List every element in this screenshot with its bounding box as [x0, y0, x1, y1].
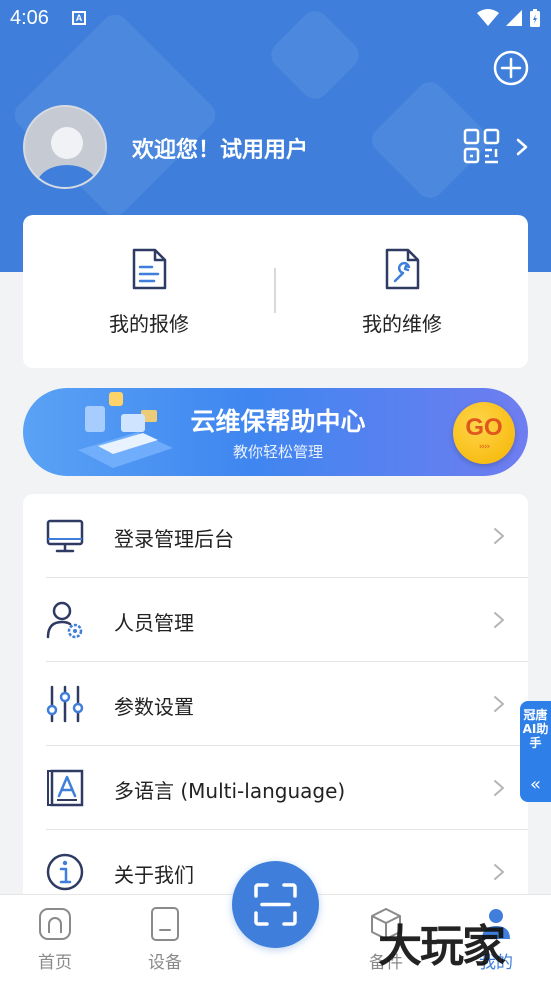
info-icon — [46, 853, 84, 891]
home-icon — [39, 908, 71, 940]
welcome-text: 欢迎您！试用用户 — [132, 138, 309, 163]
avatar-body — [37, 165, 97, 187]
status-time: 4:06 — [10, 7, 49, 29]
menu-item-language[interactable]: 多语言 (Multi-language) — [23, 746, 528, 830]
scan-button[interactable] — [232, 861, 319, 948]
menu-label: 人员管理 — [114, 611, 194, 635]
tab-devices[interactable]: 设备 — [110, 895, 220, 981]
my-repair-requests-label: 我的报修 — [109, 312, 189, 336]
device-icon — [151, 907, 179, 941]
menu-label: 参数设置 — [114, 695, 194, 719]
tab-label: 设备 — [148, 953, 182, 973]
menu-label: 多语言 (Multi-language) — [114, 779, 346, 803]
status-bar: 4:06 A — [0, 0, 551, 38]
qr-code-icon[interactable] — [462, 127, 502, 167]
menu-label: 关于我们 — [114, 863, 194, 887]
scan-icon — [254, 883, 297, 926]
document-icon — [132, 248, 167, 290]
language-book-icon — [47, 769, 84, 807]
battery-icon — [530, 9, 540, 27]
notification-a-icon: A — [72, 11, 86, 25]
go-label: GO — [465, 414, 503, 441]
chevron-right-icon[interactable] — [515, 137, 529, 157]
my-maintenance-button[interactable]: 我的维修 — [276, 215, 528, 368]
avatar[interactable] — [23, 105, 107, 189]
menu-item-staff-management[interactable]: 人员管理 — [23, 578, 528, 662]
chevron-right-icon — [494, 612, 504, 628]
status-icons — [477, 8, 541, 28]
menu-item-parameter-settings[interactable]: 参数设置 — [23, 662, 528, 746]
banner-subtitle: 教你轻松管理 — [232, 443, 323, 461]
chevron-right-icon — [494, 780, 504, 796]
sliders-icon — [46, 685, 84, 723]
tab-label: 首页 — [38, 953, 72, 973]
signal-icon — [506, 10, 522, 26]
quick-actions-card: 我的报修 我的维修 — [23, 215, 528, 368]
tab-home[interactable]: 首页 — [0, 895, 110, 981]
help-center-banner[interactable]: 云维保帮助中心 教你轻松管理 GO ›››› — [23, 388, 528, 476]
settings-menu: 登录管理后台 人员管理 参数设置 多语言 (Multi-language) 关于… — [23, 494, 528, 914]
banner-illustration — [78, 392, 173, 468]
wifi-icon — [477, 9, 499, 26]
ai-assistant-label: 冠唐AI助手 — [522, 708, 549, 750]
ai-assistant-tab[interactable]: 冠唐AI助手 « — [520, 701, 551, 802]
plus-circle-icon[interactable] — [493, 50, 529, 86]
menu-label: 登录管理后台 — [114, 527, 234, 551]
my-maintenance-label: 我的维修 — [362, 312, 442, 336]
banner-title: 云维保帮助中心 — [190, 407, 366, 436]
go-arrows: ›››› — [478, 442, 490, 452]
chevron-right-icon — [494, 864, 504, 880]
chevron-right-icon — [494, 528, 504, 544]
menu-item-admin-login[interactable]: 登录管理后台 — [23, 494, 528, 578]
my-repair-requests-button[interactable]: 我的报修 — [23, 215, 275, 368]
user-gear-icon — [46, 601, 83, 639]
document-wrench-icon — [385, 248, 420, 290]
chevron-right-icon — [494, 696, 504, 712]
avatar-head — [51, 127, 83, 159]
monitor-icon — [46, 519, 84, 553]
double-chevron-left-icon: « — [529, 774, 541, 795]
watermark-text: 大玩家 — [378, 921, 506, 972]
go-button[interactable]: GO ›››› — [453, 402, 515, 464]
